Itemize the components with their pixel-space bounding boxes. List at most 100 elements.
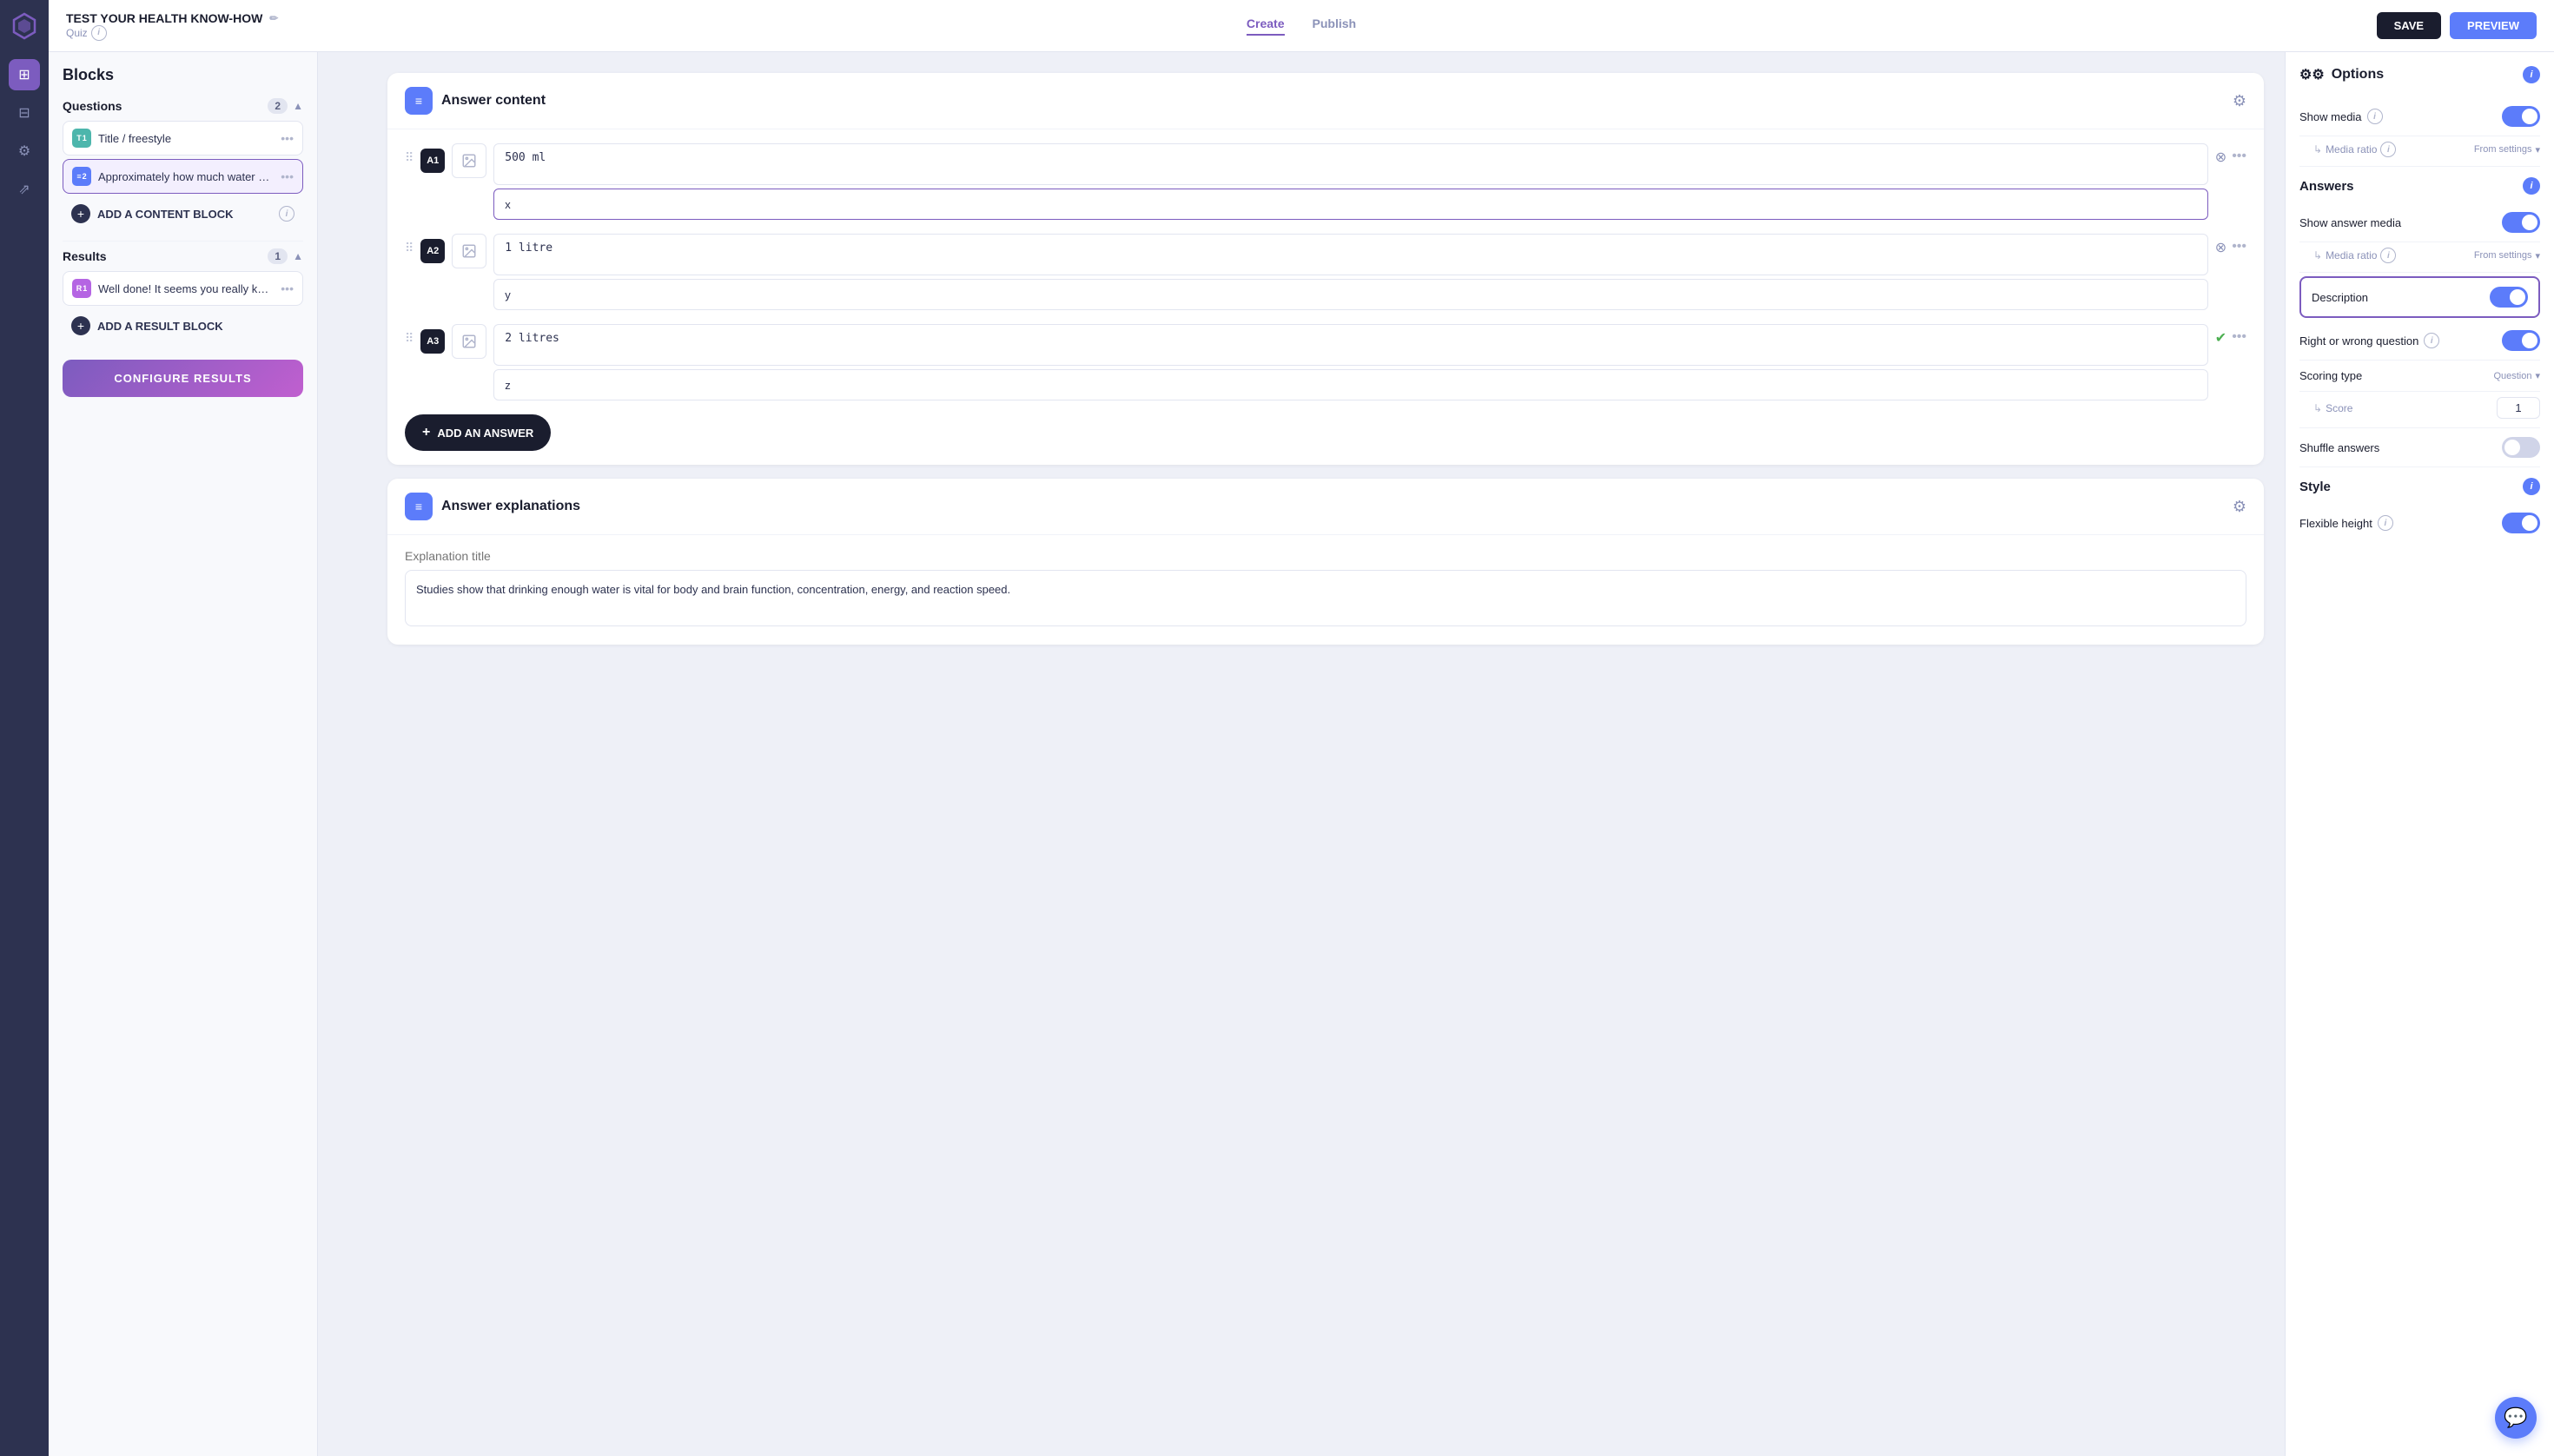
question-2-menu-icon[interactable]: ••• — [281, 169, 294, 183]
question-1-label: Title / freestyle — [98, 132, 274, 145]
answer-content-gear-icon[interactable]: ⚙ — [2233, 92, 2246, 110]
scoring-type-row: Scoring type Question ▾ — [2299, 361, 2540, 392]
nav-publish[interactable]: Publish — [1313, 17, 1357, 36]
answer-image-1[interactable] — [452, 143, 486, 178]
scoring-type-dropdown[interactable]: Question ▾ — [2493, 370, 2540, 381]
right-or-wrong-row: Right or wrong question i — [2299, 321, 2540, 361]
scoring-type-chevron: ▾ — [2535, 370, 2540, 381]
drag-handle-2[interactable]: ⠿ — [405, 241, 414, 255]
flexible-height-toggle[interactable] — [2502, 513, 2540, 533]
flexible-height-row: Flexible height i — [2299, 504, 2540, 542]
add-result-block-button[interactable]: + ADD A RESULT BLOCK — [63, 309, 303, 342]
app-title: TEST YOUR HEALTH KNOW-HOW — [66, 11, 262, 25]
show-media-row: Show media i — [2299, 97, 2540, 136]
options-title-text: Options — [2332, 67, 2384, 83]
logo[interactable] — [9, 10, 40, 42]
share-icon[interactable]: ⇗ — [9, 174, 40, 205]
answer-image-2[interactable] — [452, 234, 486, 268]
answer-3-desc-input[interactable] — [493, 369, 2208, 400]
preview-button[interactable]: PREVIEW — [2450, 12, 2537, 39]
questions-collapse-icon[interactable]: ▲ — [293, 100, 303, 112]
answer-3-more-icon[interactable]: ••• — [2232, 329, 2246, 345]
answer-media-ratio-info-icon[interactable]: i — [2380, 248, 2396, 263]
answer-2-more-icon[interactable]: ••• — [2232, 239, 2246, 255]
question-item-1[interactable]: T1 Title / freestyle ••• — [63, 121, 303, 156]
top-bar: TEST YOUR HEALTH KNOW-HOW ✏ Quiz i Creat… — [49, 0, 2554, 52]
answer-content-title-group: ≡ Answer content — [405, 87, 546, 115]
answer-1-more-icon[interactable]: ••• — [2232, 149, 2246, 164]
questions-section-title: Questions — [63, 99, 122, 113]
drag-handle-3[interactable]: ⠿ — [405, 331, 414, 346]
drag-handle-1[interactable]: ⠿ — [405, 150, 414, 165]
answer-1-main-input[interactable]: 500 ml — [493, 143, 2208, 185]
add-content-plus-icon: + — [71, 204, 90, 223]
description-row: Description — [2299, 276, 2540, 318]
edit-title-icon[interactable]: ✏ — [269, 12, 278, 24]
media-ratio-dropdown[interactable]: From settings ▾ — [2474, 144, 2540, 156]
subtitle-info-icon[interactable]: i — [91, 25, 107, 41]
questions-section-header: Questions 2 ▲ — [63, 98, 303, 114]
style-section-info-icon[interactable]: i — [2523, 478, 2540, 495]
answer-2-actions: ⊗ ••• — [2215, 239, 2246, 256]
question-1-menu-icon[interactable]: ••• — [281, 131, 294, 145]
answer-content-card: ≡ Answer content ⚙ ⠿ A1 500 ml — [387, 73, 2264, 465]
answer-explanations-body: Studies show that drinking enough water … — [387, 535, 2264, 645]
show-media-label: Show media i — [2299, 109, 2383, 124]
answer-2-main-input[interactable]: 1 litre — [493, 234, 2208, 275]
blocks-icon[interactable]: ⊞ — [9, 59, 40, 90]
answer-2-desc-input[interactable] — [493, 279, 2208, 310]
show-answer-media-toggle[interactable] — [2502, 212, 2540, 233]
settings-icon[interactable]: ⚙ — [9, 136, 40, 167]
sub-arrow-icon-2: ↳ — [2313, 249, 2322, 261]
answer-explanations-gear-icon[interactable]: ⚙ — [2233, 498, 2246, 516]
flexible-height-info-icon[interactable]: i — [2378, 515, 2393, 531]
answers-section-info-icon[interactable]: i — [2523, 177, 2540, 195]
media-ratio-chevron: ▾ — [2535, 144, 2540, 156]
options-header: ⚙⚙ Options i — [2299, 66, 2540, 83]
options-info-icon[interactable]: i — [2523, 66, 2540, 83]
answer-1-desc-input[interactable] — [493, 189, 2208, 220]
answer-1-remove-icon[interactable]: ⊗ — [2215, 149, 2226, 166]
sub-arrow-icon: ↳ — [2313, 143, 2322, 156]
answer-explanations-title: Answer explanations — [441, 499, 580, 514]
media-ratio-info-icon[interactable]: i — [2380, 142, 2396, 157]
add-answer-plus-icon: + — [422, 425, 430, 440]
explanation-title-input[interactable] — [405, 549, 2246, 563]
add-content-block-button[interactable]: + ADD A CONTENT BLOCK i — [63, 197, 303, 230]
questions-icon[interactable]: ⊟ — [9, 97, 40, 129]
score-label: ↳ Score — [2313, 402, 2352, 414]
scoring-type-label: Scoring type — [2299, 369, 2362, 382]
answer-image-3[interactable] — [452, 324, 486, 359]
answer-2-remove-icon[interactable]: ⊗ — [2215, 239, 2226, 256]
nav-create[interactable]: Create — [1247, 17, 1285, 36]
shuffle-answers-toggle[interactable] — [2502, 437, 2540, 458]
shuffle-answers-label: Shuffle answers — [2299, 441, 2379, 454]
add-content-info-icon[interactable]: i — [279, 206, 294, 222]
right-or-wrong-toggle[interactable] — [2502, 330, 2540, 351]
answer-3-correct-icon[interactable]: ✔ — [2215, 329, 2226, 347]
answers-section: Answers i — [2299, 167, 2540, 200]
right-or-wrong-info-icon[interactable]: i — [2424, 333, 2439, 348]
show-media-toggle[interactable] — [2502, 106, 2540, 127]
show-media-info-icon[interactable]: i — [2367, 109, 2383, 124]
results-collapse-icon[interactable]: ▲ — [293, 250, 303, 262]
answer-1-actions: ⊗ ••• — [2215, 149, 2246, 166]
description-toggle[interactable] — [2490, 287, 2528, 308]
question-item-2[interactable]: ≡2 Approximately how much water doe... •… — [63, 159, 303, 194]
configure-results-button[interactable]: CONFIGURE RESULTS — [63, 360, 303, 397]
score-input[interactable] — [2497, 397, 2540, 419]
chat-bubble[interactable]: 💬 — [2495, 1397, 2537, 1439]
add-answer-button[interactable]: + ADD AN ANSWER — [405, 414, 551, 451]
answer-media-ratio-dropdown[interactable]: From settings ▾ — [2474, 250, 2540, 261]
answer-explanations-title-group: ≡ Answer explanations — [405, 493, 580, 520]
app-subtitle: Quiz i — [66, 25, 278, 41]
result-item-1[interactable]: R1 Well done! It seems you really know .… — [63, 271, 303, 306]
answer-content-title: Answer content — [441, 93, 546, 109]
add-result-plus-icon: + — [71, 316, 90, 335]
save-button[interactable]: SAVE — [2377, 12, 2441, 39]
sidebar-title: Blocks — [63, 66, 303, 84]
answer-explanations-header: ≡ Answer explanations ⚙ — [387, 479, 2264, 535]
explanation-text-input[interactable]: Studies show that drinking enough water … — [405, 570, 2246, 626]
result-1-menu-icon[interactable]: ••• — [281, 281, 294, 295]
answer-3-main-input[interactable]: 2 litres — [493, 324, 2208, 366]
